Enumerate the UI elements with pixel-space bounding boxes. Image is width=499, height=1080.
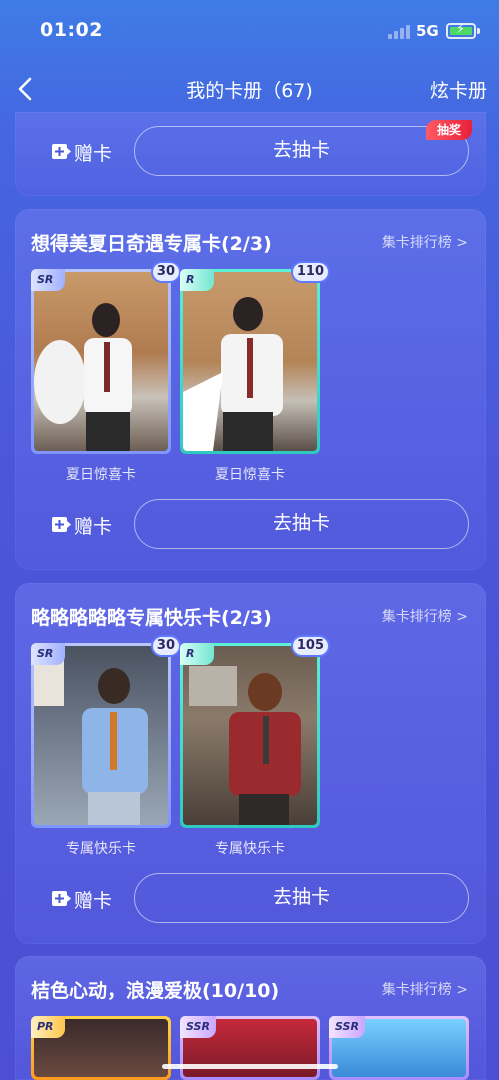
- gift-card-label: 赠卡: [74, 143, 113, 165]
- card-photo: [34, 646, 168, 825]
- draw-card-button[interactable]: 去抽卡: [134, 499, 469, 549]
- card-count-badge: 30: [150, 261, 181, 283]
- battery-icon: ⚡: [446, 22, 476, 39]
- gift-card-label: 赠卡: [74, 890, 113, 912]
- section-title: 略略略略略专属快乐卡(2/3): [31, 607, 272, 629]
- gift-card-icon: [52, 891, 71, 906]
- network-type: 5G: [416, 22, 439, 40]
- status-time: 01:02: [40, 19, 103, 41]
- gift-card-button[interactable]: 赠卡: [51, 883, 127, 917]
- card-frame: [180, 643, 320, 828]
- section-title: 桔色心动，浪漫爱极(10/10): [31, 980, 280, 1002]
- collection-ranking-link[interactable]: 集卡排行榜 >: [382, 606, 468, 626]
- card-photo-figure: [183, 297, 283, 451]
- card-photo-figure: [189, 666, 301, 825]
- status-bar: 01:02 5G ⚡: [0, 0, 499, 62]
- album-section: 想得美夏日奇遇专属卡(2/3) 集卡排行榜 > SR 30 夏日惊喜卡 R 11…: [15, 209, 486, 570]
- rarity-badge: SR: [31, 643, 65, 665]
- card-count-badge: 105: [290, 635, 330, 657]
- card-frame: [180, 269, 320, 454]
- gift-card-icon: [52, 144, 71, 159]
- card-photo: [34, 272, 168, 451]
- gift-card-icon: [52, 517, 71, 532]
- card-count-badge: 110: [290, 261, 330, 283]
- lottery-tag[interactable]: 抽奖: [426, 120, 472, 140]
- battery-tip: [477, 28, 480, 34]
- rarity-badge: PR: [31, 1016, 65, 1038]
- card-label: 专属快乐卡: [66, 841, 136, 857]
- home-indicator: [162, 1064, 338, 1069]
- rarity-badge: SSR: [329, 1016, 365, 1038]
- signal-icon: [388, 25, 410, 39]
- show-album-button[interactable]: 炫卡册: [430, 76, 487, 103]
- card-label: 夏日惊喜卡: [66, 467, 136, 483]
- section-title: 想得美夏日奇遇专属卡(2/3): [31, 233, 272, 255]
- gift-card-button[interactable]: 赠卡: [51, 136, 127, 170]
- gift-card-button[interactable]: 赠卡: [51, 509, 127, 543]
- gift-card-label: 赠卡: [74, 516, 113, 538]
- card-photo-figure: [34, 656, 148, 825]
- card-photo: [183, 646, 317, 825]
- rarity-badge: R: [180, 269, 214, 291]
- album-section: 略略略略略专属快乐卡(2/3) 集卡排行榜 > SR 30 专属快乐卡 R 10…: [15, 583, 486, 944]
- card-label: 夏日惊喜卡: [215, 467, 285, 483]
- draw-card-button[interactable]: 去抽卡: [134, 873, 469, 923]
- album-panel-top: 赠卡 去抽卡 抽奖: [15, 112, 486, 196]
- collection-ranking-link[interactable]: 集卡排行榜 >: [382, 232, 468, 252]
- draw-card-button[interactable]: 去抽卡: [134, 126, 469, 176]
- card-photo: [183, 272, 317, 451]
- card-photo-figure: [34, 303, 132, 451]
- card-count-badge: 30: [150, 635, 181, 657]
- rarity-badge: SSR: [180, 1016, 216, 1038]
- album-section: 桔色心动，浪漫爱极(10/10) 集卡排行榜 > PR SSR SSR: [15, 956, 486, 1080]
- collection-ranking-link[interactable]: 集卡排行榜 >: [382, 979, 468, 999]
- rarity-badge: R: [180, 643, 214, 665]
- rarity-badge: SR: [31, 269, 65, 291]
- card-frame: [31, 643, 171, 828]
- card-frame: [31, 269, 171, 454]
- nav-header: 我的卡册（67) 炫卡册: [0, 62, 499, 116]
- page-title: 我的卡册（67): [186, 80, 313, 102]
- card-label: 专属快乐卡: [215, 841, 285, 857]
